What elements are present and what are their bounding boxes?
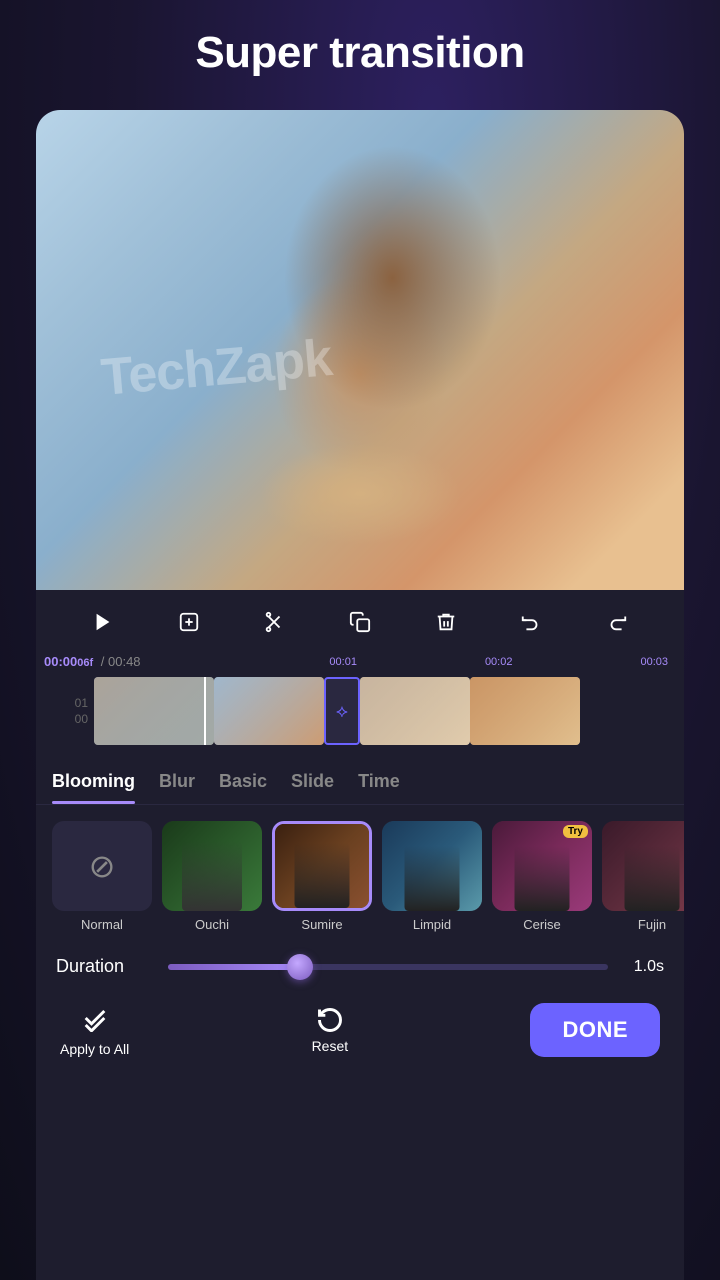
- main-card: TechZapk: [36, 110, 684, 1280]
- clip-3[interactable]: [360, 677, 470, 745]
- video-preview: TechZapk: [36, 110, 684, 590]
- tab-blooming[interactable]: Blooming: [52, 771, 135, 804]
- effect-fujin-label: Fujin: [638, 917, 666, 932]
- reset-icon: [316, 1006, 344, 1034]
- apply-icon: [81, 1004, 109, 1037]
- copy-button[interactable]: [338, 600, 382, 644]
- page-title: Super transition: [0, 28, 720, 78]
- timeline-row[interactable]: 01 00 ⟡: [36, 671, 684, 751]
- play-button[interactable]: [81, 600, 125, 644]
- effect-cerise[interactable]: Try Cerise: [492, 821, 592, 932]
- tabs-bar: Blooming Blur Basic Slide Time: [36, 759, 684, 805]
- total-time: 00:48: [108, 654, 141, 669]
- delete-button[interactable]: [424, 600, 468, 644]
- effect-limpid-label: Limpid: [413, 917, 451, 932]
- tab-slide[interactable]: Slide: [291, 771, 334, 804]
- effect-fujin[interactable]: Fujin: [602, 821, 684, 932]
- clip-1[interactable]: [94, 677, 214, 745]
- effect-fujin-thumb: [602, 821, 684, 911]
- slider-thumb[interactable]: [287, 954, 313, 980]
- effect-limpid[interactable]: Limpid: [382, 821, 482, 932]
- time-separator: /: [97, 654, 108, 669]
- slider-track: [168, 964, 608, 970]
- transition-icon: ⟡: [336, 701, 348, 722]
- ts-mark-3: 00:03: [640, 656, 668, 668]
- effect-normal[interactable]: ⊘ Normal: [52, 821, 152, 932]
- effect-cerise-thumb: Try: [492, 821, 592, 911]
- timeline-area: 00:0006f / 00:48 00:01 00:02 00:03 01 00: [36, 654, 684, 759]
- tab-basic[interactable]: Basic: [219, 771, 267, 804]
- duration-label: Duration: [56, 956, 156, 977]
- timeline-cursor: [204, 677, 206, 745]
- done-button[interactable]: DONE: [530, 1003, 660, 1057]
- timeline-counter: 01 00: [44, 696, 88, 726]
- reset-label: Reset: [312, 1038, 349, 1054]
- effect-sumire[interactable]: Sumire: [272, 821, 372, 932]
- effect-ouchi[interactable]: Ouchi: [162, 821, 262, 932]
- apply-to-all-label: Apply to All: [60, 1041, 129, 1057]
- effect-normal-thumb: ⊘: [52, 821, 152, 911]
- tab-blur[interactable]: Blur: [159, 771, 195, 804]
- effect-sumire-label: Sumire: [301, 917, 342, 932]
- timeline-clips: ⟡: [94, 677, 676, 745]
- undo-button[interactable]: [509, 600, 553, 644]
- duration-slider[interactable]: [168, 964, 608, 970]
- redo-button[interactable]: [595, 600, 639, 644]
- add-clip-button[interactable]: [167, 600, 211, 644]
- effect-limpid-thumb: [382, 821, 482, 911]
- clip-2[interactable]: [214, 677, 324, 745]
- effect-cerise-label: Cerise: [523, 917, 561, 932]
- effect-normal-label: Normal: [81, 917, 123, 932]
- effect-sumire-thumb: [272, 821, 372, 911]
- apply-to-all-button[interactable]: Apply to All: [60, 1004, 129, 1057]
- cut-button[interactable]: [252, 600, 296, 644]
- ts-mark-1: 00:01: [329, 656, 357, 668]
- bottom-bar: Apply to All Reset DONE: [36, 993, 684, 1073]
- current-time: 00:0006f: [44, 654, 93, 669]
- clip-4[interactable]: [470, 677, 580, 745]
- effects-row: ⊘ Normal Ouchi Sumire Lim: [36, 805, 684, 940]
- transition-marker[interactable]: ⟡: [324, 677, 360, 745]
- effect-ouchi-thumb: [162, 821, 262, 911]
- effect-ouchi-label: Ouchi: [195, 917, 229, 932]
- duration-value: 1.0s: [620, 958, 664, 976]
- ts-mark-2: 00:02: [485, 656, 513, 668]
- reset-button[interactable]: Reset: [312, 1006, 349, 1054]
- tab-time[interactable]: Time: [358, 771, 400, 804]
- toolbar: [36, 590, 684, 654]
- try-badge-cerise: Try: [563, 825, 588, 838]
- slider-fill: [168, 964, 300, 970]
- duration-row: Duration 1.0s: [36, 940, 684, 993]
- no-effect-icon: ⊘: [89, 847, 116, 885]
